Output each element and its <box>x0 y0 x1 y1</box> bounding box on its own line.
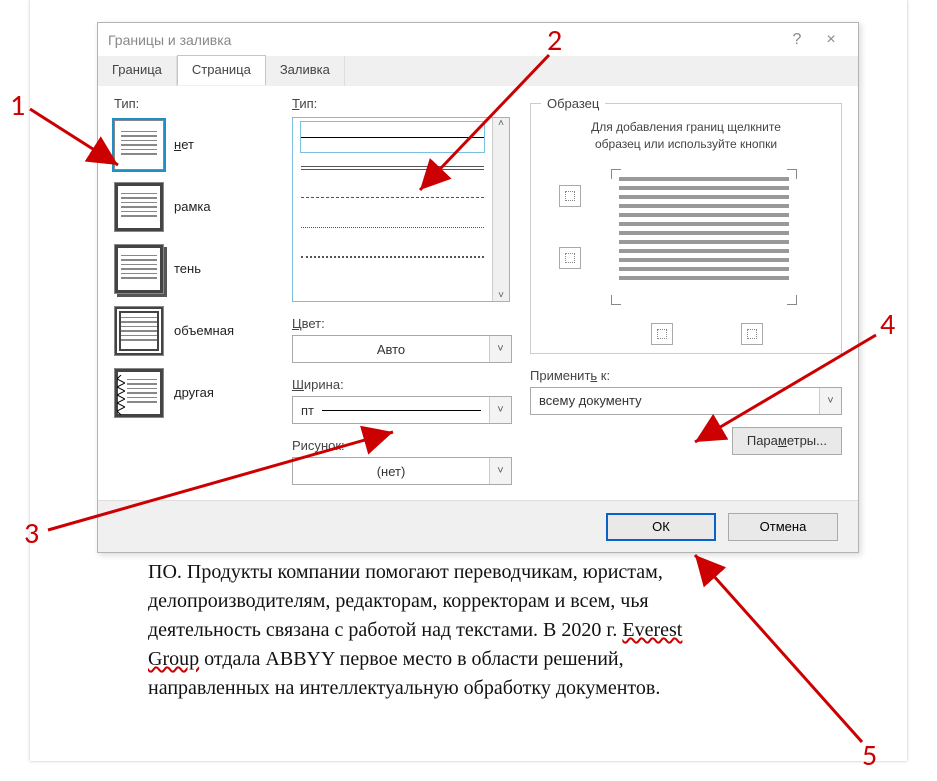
type-option-label: другая <box>174 385 214 400</box>
annotation-5: 5 <box>862 737 877 774</box>
options-button[interactable]: Параметры... <box>732 427 842 455</box>
preview-hint: Для добавления границ щелкните образец и… <box>541 119 831 153</box>
style-column: Тип: ˄˅ Цвет: Авто ˅ Ширина: пт ˅ <box>292 96 512 500</box>
dialog-footer: ОК Отмена <box>98 500 858 552</box>
dialog-content: Тип: нет рамка тень <box>98 86 858 500</box>
setting-type-column: Тип: нет рамка тень <box>114 96 274 500</box>
type-option-none[interactable]: нет <box>114 117 274 172</box>
document-body-text: ПО. Продукты компании помогают переводчи… <box>148 558 868 703</box>
border-bottom-toggle[interactable] <box>559 247 581 269</box>
color-value: Авто <box>293 342 489 357</box>
width-value: пт <box>301 403 314 418</box>
type-icon-shadow <box>114 244 164 294</box>
type-icon-none <box>114 120 164 170</box>
apply-to-label: Применить к: <box>530 368 842 383</box>
close-button[interactable]: × <box>814 26 848 54</box>
type-option-label: нет <box>174 137 194 152</box>
annotation-3: 3 <box>24 515 39 552</box>
text-line: ПО. Продукты компании помогают переводчи… <box>148 561 663 583</box>
borders-shading-dialog: Границы и заливка ? × Граница Страница З… <box>97 22 859 553</box>
type-option-3d[interactable]: объемная <box>114 303 274 358</box>
border-top-toggle[interactable] <box>559 185 581 207</box>
color-label: Цвет: <box>292 316 512 331</box>
type-option-label: рамка <box>174 199 211 214</box>
border-right-toggle[interactable] <box>741 323 763 345</box>
type-option-shadow[interactable]: тень <box>114 241 274 296</box>
scrollbar[interactable]: ˄˅ <box>492 118 509 301</box>
width-dropdown[interactable]: пт ˅ <box>292 396 512 424</box>
type-option-custom[interactable]: другая <box>114 365 274 420</box>
annotation-2: 2 <box>547 22 562 59</box>
preview-box[interactable] <box>541 163 831 343</box>
width-label: Ширина: <box>292 377 512 392</box>
dialog-title: Границы и заливка <box>108 32 231 48</box>
dialog-titlebar: Границы и заливка ? × <box>98 23 858 56</box>
chevron-down-icon: ˅ <box>489 458 511 484</box>
tab-page[interactable]: Страница <box>177 55 266 85</box>
type-option-box[interactable]: рамка <box>114 179 274 234</box>
tab-shading[interactable]: Заливка <box>266 56 345 86</box>
text-line: отдала ABBYY первое место в области реше… <box>199 648 624 670</box>
preview-column: Образец Для добавления границ щелкните о… <box>530 96 842 500</box>
type-option-label: тень <box>174 261 201 276</box>
tab-border[interactable]: Граница <box>98 56 177 86</box>
art-value: (нет) <box>293 464 489 479</box>
ok-button[interactable]: ОК <box>606 513 716 541</box>
preview-legend: Образец <box>541 96 605 111</box>
preview-document[interactable] <box>619 177 789 297</box>
line-type-label: Тип: <box>292 96 512 111</box>
text-line: деятельность связана с работой над текст… <box>148 619 622 641</box>
apply-to-dropdown[interactable]: всему документу ˅ <box>530 387 842 415</box>
chevron-down-icon: ˅ <box>819 388 841 414</box>
cancel-button[interactable]: Отмена <box>728 513 838 541</box>
type-icon-box <box>114 182 164 232</box>
text-line: делопроизводителям, редакторам, корректо… <box>148 590 649 612</box>
line-style-list[interactable]: ˄˅ <box>292 117 510 302</box>
type-icon-3d <box>114 306 164 356</box>
art-label: Рисунок: <box>292 438 512 453</box>
type-icon-custom <box>114 368 164 418</box>
dialog-tabs: Граница Страница Заливка <box>98 56 858 86</box>
chevron-down-icon: ˅ <box>489 336 511 362</box>
border-left-toggle[interactable] <box>651 323 673 345</box>
text-underlined: Everest <box>622 619 682 641</box>
apply-to-value: всему документу <box>531 393 819 408</box>
type-option-label: объемная <box>174 323 234 338</box>
art-dropdown[interactable]: (нет) ˅ <box>292 457 512 485</box>
preview-fieldset: Образец Для добавления границ щелкните о… <box>530 96 842 354</box>
help-button[interactable]: ? <box>780 26 814 54</box>
text-line: направленных на интеллектуальную обработ… <box>148 677 660 699</box>
chevron-down-icon: ˅ <box>489 397 511 423</box>
color-dropdown[interactable]: Авто ˅ <box>292 335 512 363</box>
annotation-1: 1 <box>10 87 25 124</box>
annotation-4: 4 <box>880 306 895 343</box>
type-label: Тип: <box>114 96 274 111</box>
text-underlined: Group <box>148 648 199 670</box>
